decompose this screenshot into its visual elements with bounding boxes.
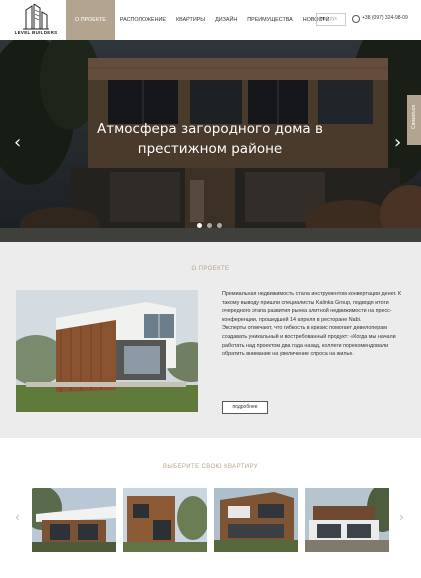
about-paragraph: Премиальная недвижимость стала инструмен… xyxy=(222,291,402,323)
about-image-graphic xyxy=(16,290,198,412)
about-title: О ПРОЕКТЕ xyxy=(191,266,230,272)
phone-icon xyxy=(352,15,360,23)
contact-side-tab-label: Связаться xyxy=(411,105,417,129)
apartment-thumbnail[interactable] xyxy=(214,488,298,552)
apartment-thumbnail[interactable] xyxy=(32,488,116,552)
nav-item-location[interactable]: РАСПОЛОЖЕНИЕ xyxy=(115,0,171,40)
logo-text: LEVEL BUILDERS xyxy=(14,30,58,35)
building-logo-icon xyxy=(23,4,49,30)
hero-slider: Атмосфера загородного дома в престижном … xyxy=(0,40,421,242)
apartment-thumbnail-graphic xyxy=(123,488,207,552)
page: LEVEL BUILDERS О ПРОЕКТЕ РАСПОЛОЖЕНИЕ КВ… xyxy=(0,0,421,578)
nav-item-advantages[interactable]: ПРЕИМУЩЕСТВА xyxy=(242,0,298,40)
slider-dot[interactable] xyxy=(197,223,202,228)
apartments-title: ВЫБЕРИТЕ СВОЮ КВАРТИРУ xyxy=(163,464,258,470)
apartments-section: ВЫБЕРИТЕ СВОЮ КВАРТИРУ ‹ › xyxy=(0,438,421,578)
nav-item-design[interactable]: ДИЗАЙН xyxy=(210,0,242,40)
read-more-button[interactable]: подробнее xyxy=(222,401,268,414)
language-switcher[interactable]: en | рус xyxy=(316,13,346,26)
hero-prev-arrow-icon[interactable]: ‹ xyxy=(14,132,21,153)
slider-dot[interactable] xyxy=(207,223,212,228)
apartment-gallery xyxy=(32,488,390,552)
about-house-image xyxy=(16,290,198,412)
site-header: LEVEL BUILDERS О ПРОЕКТЕ РАСПОЛОЖЕНИЕ КВ… xyxy=(0,0,421,40)
lang-current[interactable]: en xyxy=(320,16,326,22)
apartment-thumbnail[interactable] xyxy=(123,488,207,552)
nav-item-apartments[interactable]: КВАРТИРЫ xyxy=(171,0,210,40)
slider-dot[interactable] xyxy=(217,223,222,228)
apartment-thumbnail-graphic xyxy=(214,488,298,552)
logo[interactable]: LEVEL BUILDERS xyxy=(12,4,60,37)
phone-number[interactable]: +38 (097) 324-98-09 xyxy=(362,15,408,21)
nav-item-about[interactable]: О ПРОЕКТЕ xyxy=(66,0,115,40)
slider-dots xyxy=(197,223,222,228)
lang-alt[interactable]: | рус xyxy=(327,16,337,22)
about-section: О ПРОЕКТЕ Премиальная недвижимость стала… xyxy=(0,242,421,438)
about-text: Премиальная недвижимость стала инструмен… xyxy=(222,290,408,359)
main-nav: О ПРОЕКТЕ РАСПОЛОЖЕНИЕ КВАРТИРЫ ДИЗАЙН П… xyxy=(66,0,334,40)
apartment-thumbnail-graphic xyxy=(32,488,116,552)
hero-title: Атмосфера загородного дома в престижном … xyxy=(97,121,323,157)
gallery-prev-arrow-icon[interactable]: ‹ xyxy=(15,510,20,524)
about-paragraph: Эксперты отмечают, что гибкость в кризис… xyxy=(222,325,396,358)
gallery-next-arrow-icon[interactable]: › xyxy=(399,510,404,524)
apartment-thumbnail[interactable] xyxy=(305,488,389,552)
apartment-thumbnail-graphic xyxy=(305,488,389,552)
contact-side-tab[interactable]: Связаться xyxy=(407,95,421,145)
hero-next-arrow-icon[interactable]: › xyxy=(394,132,401,153)
